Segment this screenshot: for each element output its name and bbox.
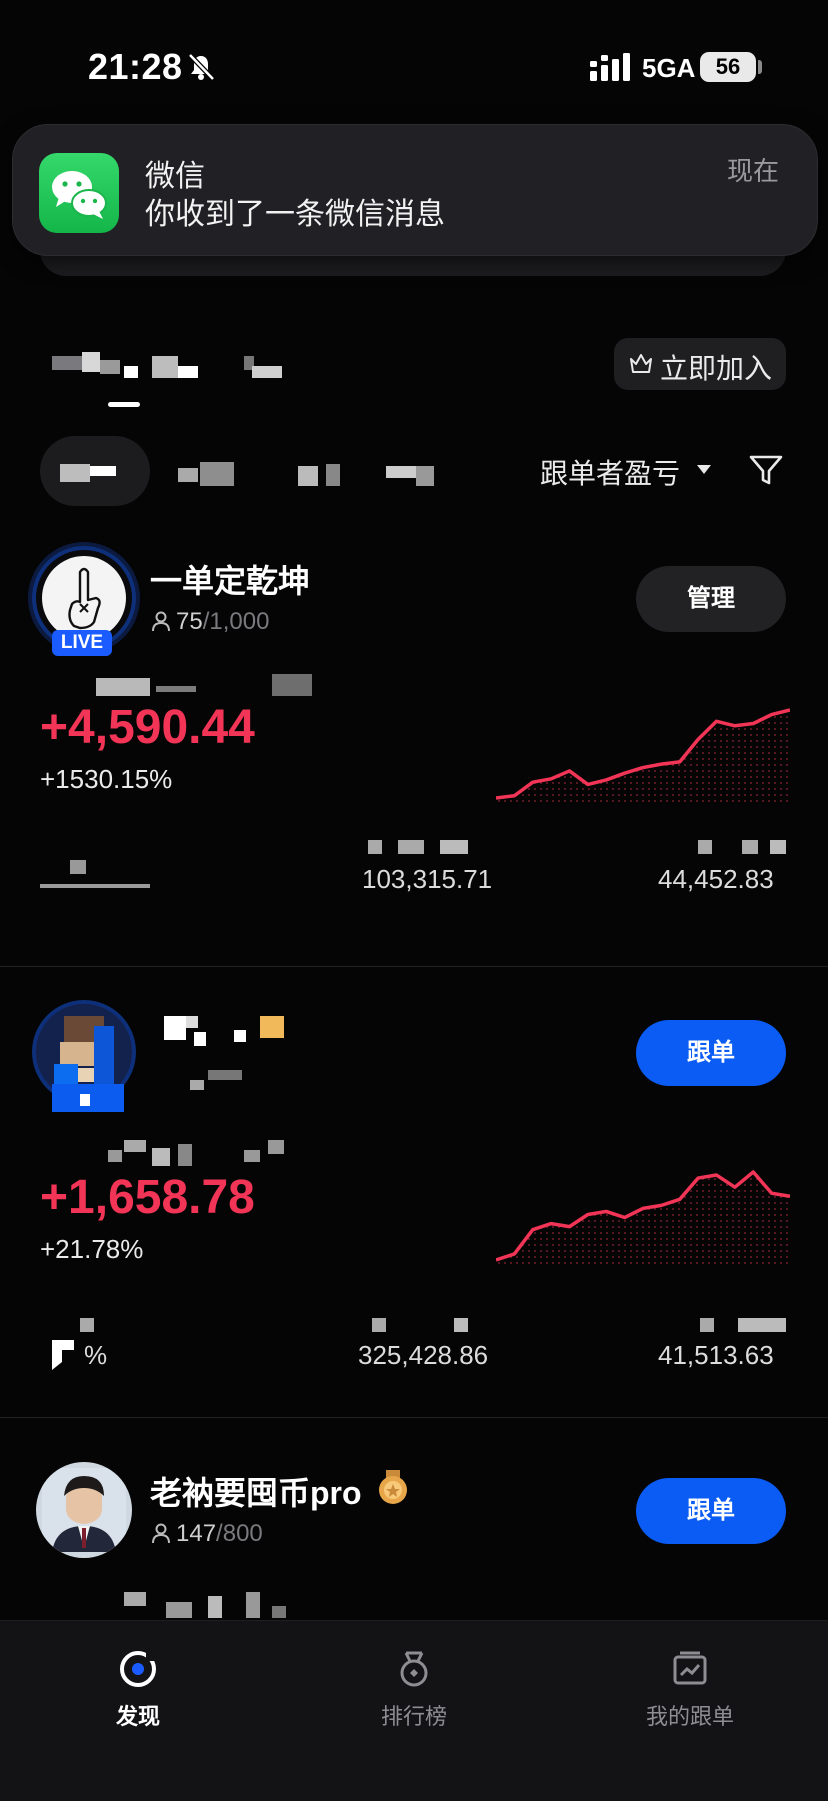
follower-pnl-percent: +1530.15% xyxy=(40,764,173,794)
portfolio-chart-icon xyxy=(673,1651,707,1685)
stat-value: 103,315.71 xyxy=(362,864,493,894)
pnl-label-redacted xyxy=(108,1140,284,1166)
trader-avatar xyxy=(36,1462,132,1558)
trader-card[interactable]: 老衲要囤币pro 147/800 跟单 xyxy=(0,1462,828,1620)
pnl-label-redacted xyxy=(96,674,312,696)
sort-dropdown[interactable]: 跟单者盈亏 xyxy=(540,452,680,492)
stat-value: % xyxy=(84,1340,108,1370)
pnl-label-redacted xyxy=(124,1592,286,1618)
filter-icon[interactable] xyxy=(748,452,784,488)
join-now-label: 立即加入 xyxy=(660,353,773,384)
pnl-sparkline xyxy=(496,708,790,804)
nav-my-copy-trades[interactable]: 我的跟单 xyxy=(590,1649,790,1731)
pnl-sparkline xyxy=(496,1170,790,1266)
wechat-icon xyxy=(39,153,119,233)
live-badge-redacted xyxy=(52,1084,124,1112)
active-tab-indicator xyxy=(108,402,140,407)
filter-tabs-redacted[interactable] xyxy=(40,436,460,506)
person-icon xyxy=(152,1523,170,1544)
nav-leaderboard[interactable]: 排行榜 xyxy=(314,1649,514,1731)
follow-button[interactable]: 跟单 xyxy=(636,1478,786,1544)
bottom-navigation: 发现 排行榜 我的跟单 xyxy=(0,1620,828,1801)
follower-count: 75/1,000 xyxy=(150,608,269,636)
nav-label: 排行榜 xyxy=(380,1704,447,1729)
trader-card[interactable]: 跟单 +1,658.78 +21.78% % 325,428.86 41,513… xyxy=(0,1004,828,1454)
trader-name-redacted xyxy=(164,1016,284,1090)
nav-label: 我的跟单 xyxy=(645,1704,734,1729)
card-divider xyxy=(0,1417,828,1418)
manage-button[interactable]: 管理 xyxy=(636,566,786,632)
page-title-redacted xyxy=(52,352,282,378)
battery-level: 56 xyxy=(700,52,756,82)
follower-capacity: /1,000 xyxy=(202,608,270,635)
follow-button[interactable]: 跟单 xyxy=(636,1020,786,1086)
gold-medal-icon xyxy=(379,1470,407,1504)
stat-label-redacted xyxy=(698,840,786,854)
live-badge: LIVE xyxy=(52,630,112,656)
discover-icon xyxy=(120,1651,156,1687)
wechat-logo-icon xyxy=(52,171,107,219)
stat-value: 325,428.86 xyxy=(358,1340,489,1370)
stat-value: 44,452.83 xyxy=(658,864,774,894)
battery-tip xyxy=(758,60,762,74)
trader-name[interactable]: 一单定乾坤 xyxy=(150,556,310,602)
status-bar: 21:28 5GA 56 xyxy=(0,0,828,120)
stat-value: 41,513.63 xyxy=(658,1340,774,1370)
follower-pnl-percent: +21.78% xyxy=(40,1234,144,1264)
stat-value-redacted xyxy=(52,1340,74,1370)
notification-time: 现在 xyxy=(726,156,779,186)
trader-card[interactable]: LIVE 一单定乾坤 75/1,000 管理 +4,590.44 +1530.1… xyxy=(0,550,828,1000)
stat-label-redacted xyxy=(368,840,468,854)
stat-label-redacted xyxy=(700,1318,786,1332)
nav-label: 发现 xyxy=(115,1704,160,1729)
medal-icon xyxy=(400,1651,428,1687)
person-icon xyxy=(152,611,170,632)
follower-capacity: /800 xyxy=(216,1520,263,1547)
follower-number: 147 xyxy=(176,1520,217,1547)
sparkline-area xyxy=(496,1172,790,1266)
follower-pnl: +1,658.78 xyxy=(40,1171,255,1224)
follower-pnl: +4,590.44 xyxy=(40,701,255,754)
network-type: 5GA xyxy=(642,53,696,83)
stat-label-redacted xyxy=(372,1318,468,1332)
follower-count: 147/800 xyxy=(150,1520,263,1548)
notification-message: 你收到了一条微信消息 xyxy=(145,198,445,231)
nav-discover[interactable]: 发现 xyxy=(38,1649,238,1731)
signal-icon xyxy=(590,53,630,81)
stat-label-redacted xyxy=(80,1318,94,1332)
crown-icon xyxy=(630,354,652,373)
join-now-button[interactable]: 立即加入 xyxy=(614,338,786,390)
wechat-notification[interactable]: 微信 你收到了一条微信消息 现在 xyxy=(12,124,818,256)
copy-trading-screen: 21:28 5GA 56 立即加入 跟单者盈亏 LIVE 一单定乾坤 75/1,… xyxy=(0,0,828,1801)
follower-number: 75 xyxy=(176,608,203,635)
trader-name[interactable]: 老衲要囤币pro xyxy=(150,1468,362,1514)
caret-down-icon[interactable] xyxy=(697,465,711,475)
person-photo-avatar-icon xyxy=(42,1468,126,1552)
card-divider xyxy=(0,966,828,967)
stat-value-redacted xyxy=(40,860,150,888)
status-time: 21:28 xyxy=(88,46,183,87)
bell-muted-icon xyxy=(188,53,215,81)
